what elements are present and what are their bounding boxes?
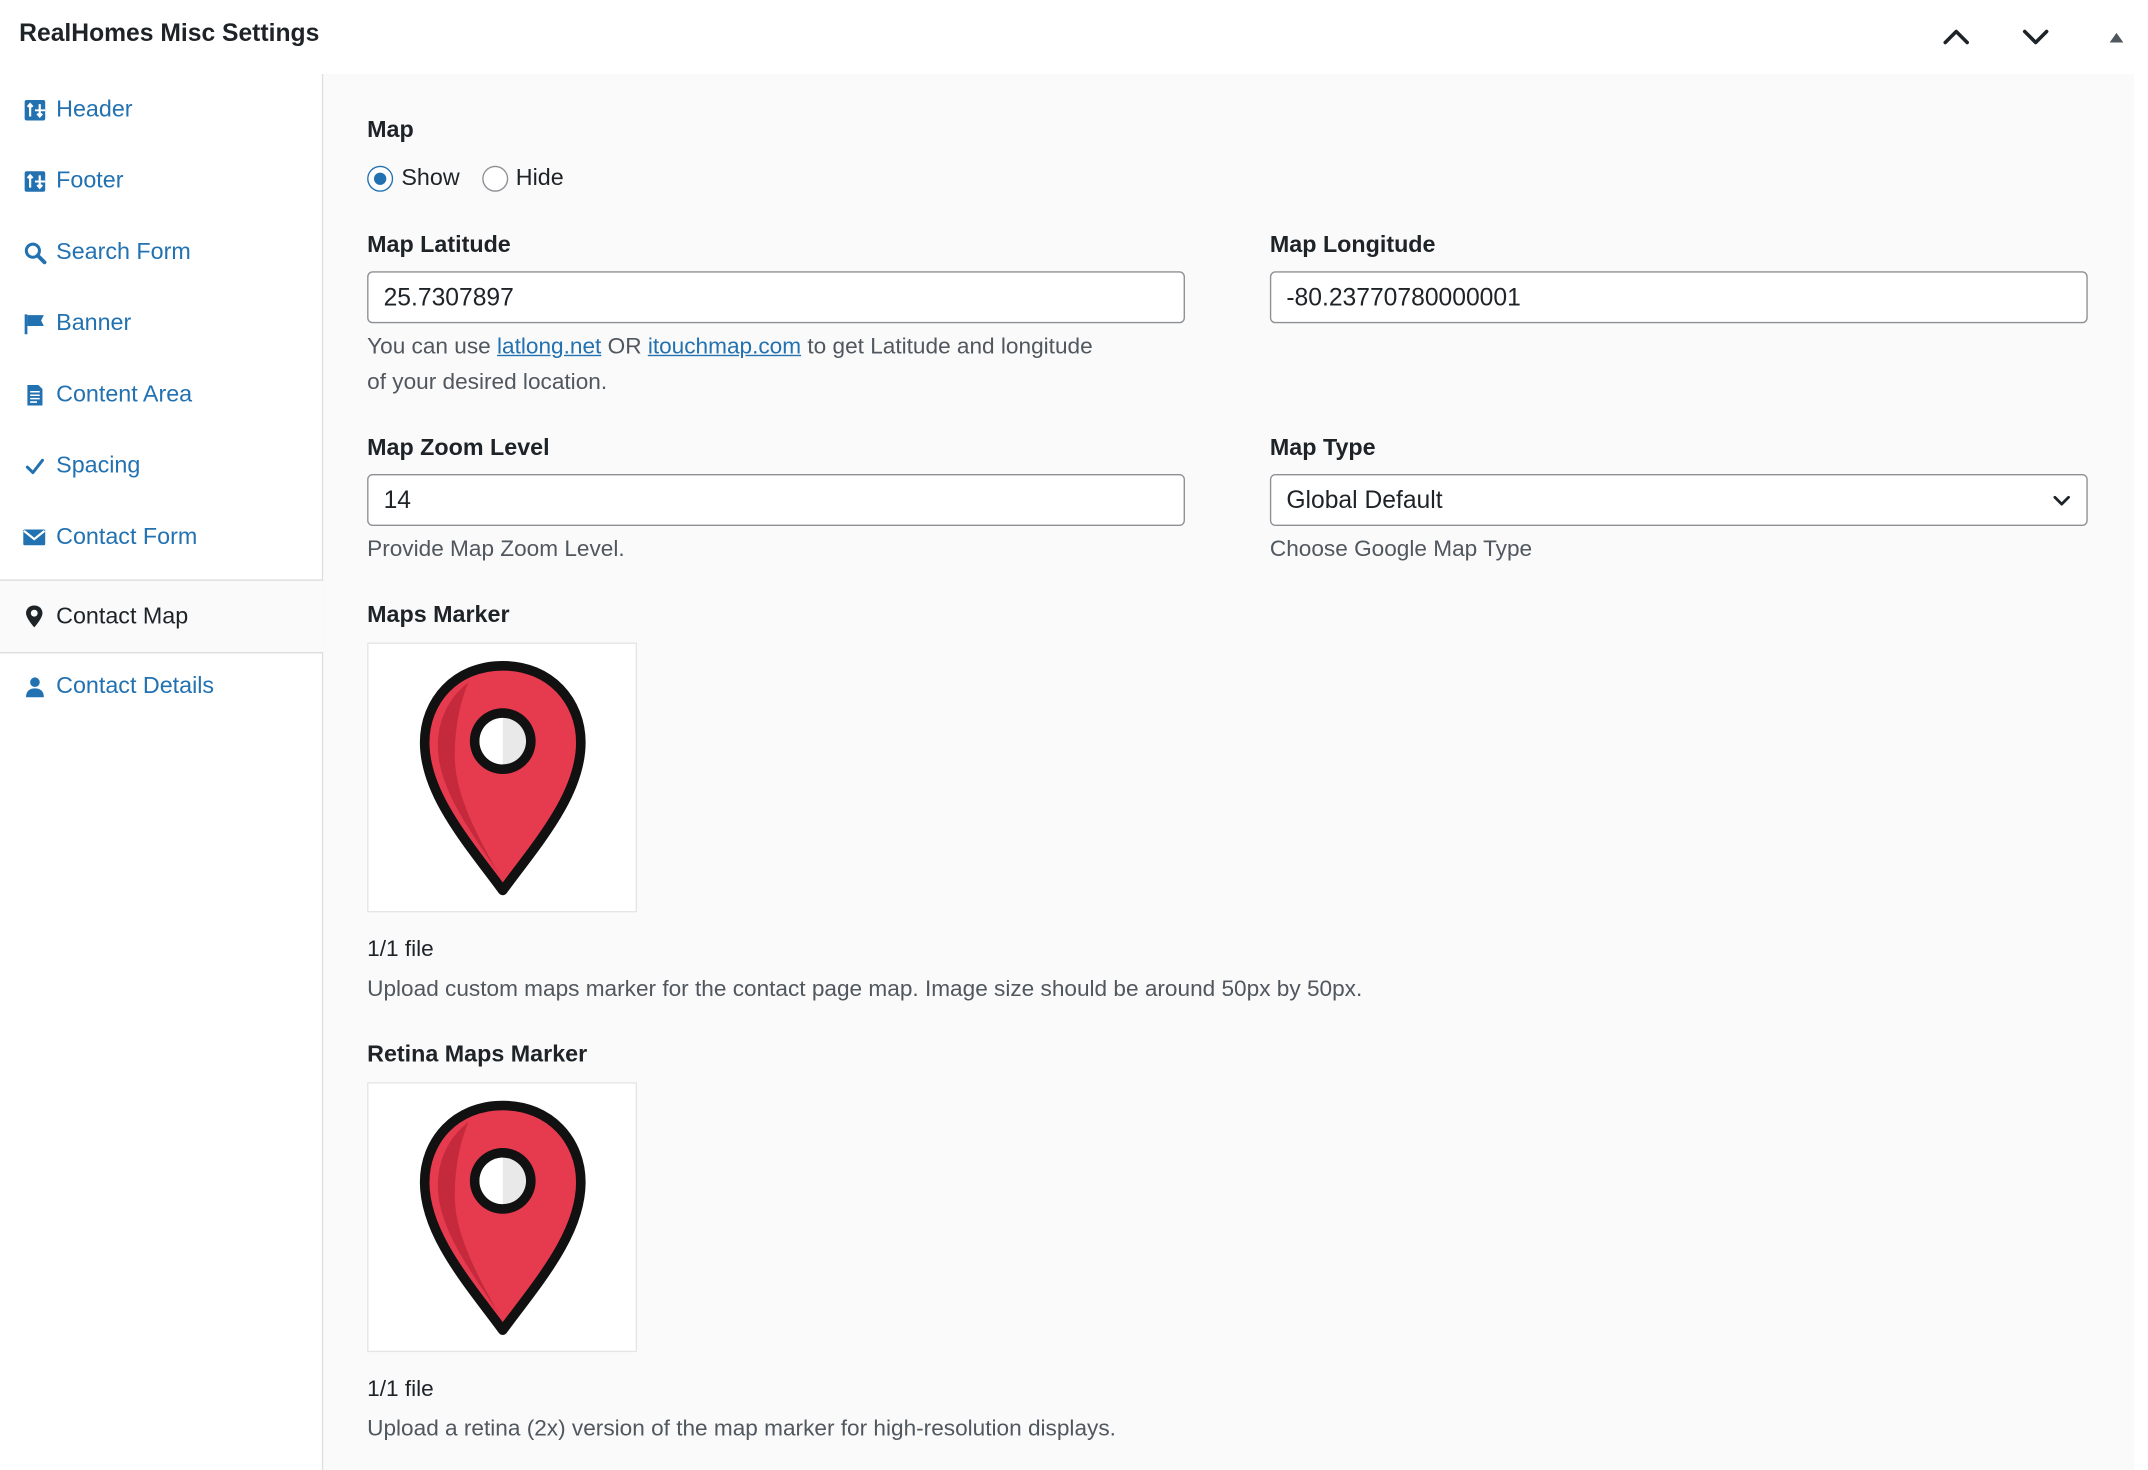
retina-maps-marker-file-count: 1/1 file — [367, 1376, 434, 1402]
sidebar-item-banner[interactable]: Banner — [0, 288, 322, 359]
map-show-label[interactable]: Show — [401, 164, 459, 191]
map-marker-icon — [419, 660, 585, 895]
retina-maps-marker-preview[interactable] — [367, 1082, 638, 1353]
chevron-up-icon — [1943, 29, 1969, 45]
sidebar-item-label: Contact Form — [56, 523, 198, 550]
map-latitude-description: You can use latlong.net OR itouchmap.com… — [367, 329, 1189, 400]
retina-maps-marker-label: Retina Maps Marker — [367, 1041, 588, 1068]
sidebar-item-content-area[interactable]: Content Area — [0, 359, 322, 430]
desc-text: You can use — [367, 334, 498, 359]
sidebar-item-header[interactable]: Header — [0, 74, 322, 145]
envelope-icon — [21, 523, 48, 550]
map-type-label: Map Type — [1269, 434, 1376, 461]
map-hide-radio[interactable] — [481, 165, 508, 192]
map-longitude-label: Map Longitude — [1269, 231, 1436, 258]
map-latitude-input[interactable]: 25.7307897 — [367, 271, 1185, 324]
map-label: Map — [367, 116, 414, 143]
itouchmap-link[interactable]: itouchmap.com — [648, 334, 801, 359]
sidebar-item-label: Contact Map — [56, 602, 189, 629]
desc-text: of your desired location. — [367, 369, 608, 395]
sidebar-item-contact-map[interactable]: Contact Map — [0, 579, 324, 654]
header-layout-icon — [21, 96, 48, 123]
checkmark-icon — [21, 452, 48, 479]
map-marker-icon — [419, 1100, 585, 1335]
chevron-down-icon — [2053, 495, 2070, 506]
toggle-panel-button[interactable] — [2096, 16, 2137, 57]
sidebar-item-label: Search Form — [56, 238, 191, 265]
sidebar-item-spacing[interactable]: Spacing — [0, 430, 322, 501]
retina-maps-marker-description: Upload a retina (2x) version of the map … — [367, 1416, 1116, 1442]
sidebar-item-search-form[interactable]: Search Form — [0, 216, 322, 287]
maps-marker-description: Upload custom maps marker for the contac… — [367, 976, 1363, 1002]
maps-marker-preview[interactable] — [367, 642, 638, 913]
search-icon — [21, 238, 48, 265]
postbox-title: RealHomes Misc Settings — [19, 19, 320, 47]
sidebar-item-contact-details[interactable]: Contact Details — [0, 651, 322, 722]
sidebar-item-label: Spacing — [56, 452, 141, 479]
caret-up-icon — [2109, 32, 2124, 43]
desc-text: OR — [601, 334, 648, 359]
map-longitude-input[interactable]: -80.23770780000001 — [1269, 271, 2088, 324]
map-zoom-input[interactable]: 14 — [367, 473, 1185, 527]
move-down-button[interactable] — [2015, 16, 2056, 57]
map-visibility-radio-group: Show Hide — [367, 164, 585, 192]
map-type-description: Choose Google Map Type — [1269, 537, 1533, 562]
move-up-button[interactable] — [1936, 16, 1977, 57]
map-pin-icon — [21, 603, 48, 630]
sidebar: Header Footer Search Form Banner Content… — [0, 73, 324, 1470]
desc-text: to get Latitude and longitude — [801, 334, 1093, 359]
footer-layout-icon — [21, 167, 48, 194]
sidebar-item-label: Banner — [56, 309, 132, 336]
maps-marker-label: Maps Marker — [367, 601, 510, 628]
settings-panel: Map Show Hide Map Latitude 25.7307897 Yo… — [323, 73, 2135, 1470]
flag-icon — [21, 310, 48, 337]
person-icon — [21, 673, 48, 700]
maps-marker-file-count: 1/1 file — [367, 937, 434, 962]
sidebar-item-contact-form[interactable]: Contact Form — [0, 501, 322, 572]
map-longitude-value: -80.23770780000001 — [1286, 282, 1521, 311]
chevron-down-icon — [2022, 29, 2049, 45]
sidebar-item-label: Header — [56, 95, 133, 122]
sidebar-item-label: Contact Details — [56, 672, 215, 699]
map-type-select[interactable]: Global Default — [1269, 473, 2088, 527]
sidebar-item-label: Content Area — [56, 380, 193, 407]
map-latitude-value: 25.7307897 — [383, 282, 514, 311]
sidebar-item-label: Footer — [56, 167, 124, 194]
map-zoom-value: 14 — [383, 485, 412, 514]
map-zoom-description: Provide Map Zoom Level. — [367, 537, 625, 562]
map-type-value: Global Default — [1286, 485, 1443, 514]
document-icon — [21, 381, 48, 408]
map-zoom-label: Map Zoom Level — [367, 434, 550, 461]
latlong-link[interactable]: latlong.net — [497, 334, 601, 359]
map-show-radio[interactable] — [367, 165, 394, 192]
map-hide-label[interactable]: Hide — [516, 164, 564, 191]
map-latitude-label: Map Latitude — [367, 231, 511, 258]
sidebar-item-footer[interactable]: Footer — [0, 145, 322, 216]
postbox-header: RealHomes Misc Settings — [0, 0, 2148, 74]
